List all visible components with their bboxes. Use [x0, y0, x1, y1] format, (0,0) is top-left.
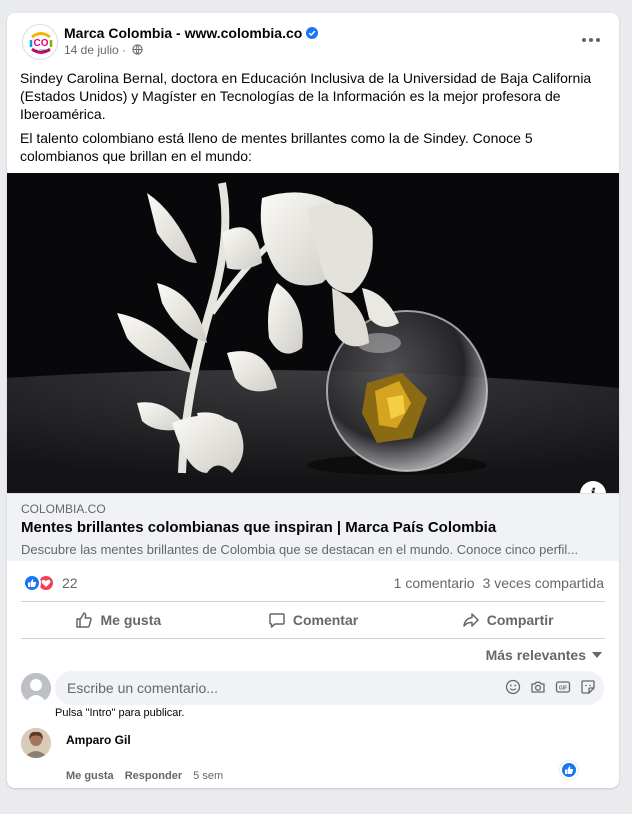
comment-reply-button[interactable]: Responder [125, 770, 182, 782]
post-paragraph: Sindey Carolina Bernal, doctora en Educa… [20, 70, 592, 122]
comment-input-placeholder: Escribe un comentario... [67, 680, 218, 696]
sort-label: Más relevantes [485, 647, 586, 663]
share-label: Compartir [486, 612, 554, 628]
share-arrow-icon [462, 613, 479, 627]
comment-sort-dropdown[interactable]: Más relevantes [486, 647, 602, 663]
meta-separator: · [118, 43, 130, 57]
reactions-icons[interactable] [23, 574, 57, 592]
globe-icon [132, 44, 144, 55]
commenter-avatar[interactable] [21, 728, 51, 758]
post-meta: 14 de julio · [64, 43, 144, 57]
comments-count[interactable]: 1 comentario [394, 575, 475, 591]
shares-count[interactable]: 3 veces compartida [483, 575, 604, 591]
glass-flower-image [7, 173, 619, 493]
link-preview[interactable]: COLOMBIA.CO Mentes brillantes colombiana… [7, 493, 619, 561]
page-name[interactable]: Marca Colombia - www.colombia.co [64, 25, 319, 41]
logo-subtext: COLOMBIA [32, 49, 50, 53]
comment-bubble-icon [269, 613, 285, 628]
stats-right: 1 comentario 3 veces compartida [386, 575, 604, 591]
like-reaction-icon [23, 574, 41, 592]
gif-label: GIF [559, 685, 567, 691]
more-dot-icon [589, 38, 593, 42]
like-button[interactable]: Me gusta [21, 602, 216, 638]
current-user-avatar[interactable] [21, 673, 51, 703]
link-title[interactable]: Mentes brillantes colombianas que inspir… [21, 519, 496, 536]
comment-like-button[interactable]: Me gusta [66, 770, 114, 782]
post-hint: Pulsa "Intro" para publicar. [55, 707, 185, 719]
post-text: Sindey Carolina Bernal, doctora en Educa… [20, 69, 612, 171]
comment-actions: Me gusta Responder 5 sem [66, 770, 223, 782]
gif-icon[interactable]: GIF [555, 679, 571, 695]
info-icon: i [590, 486, 595, 493]
chevron-down-icon [592, 652, 602, 658]
share-button[interactable]: Compartir [410, 602, 605, 638]
link-description: Descubre las mentes brillantes de Colomb… [21, 542, 579, 557]
post-header: CO COLOMBIA Marca Colombia - www.colombi… [7, 13, 619, 71]
comment-button[interactable]: Comentar [216, 602, 411, 638]
like-label: Me gusta [100, 612, 162, 628]
comment-label: Comentar [292, 612, 359, 628]
comment-time[interactable]: 5 sem [193, 770, 223, 782]
post-image[interactable]: i [7, 173, 619, 493]
post-card: CO COLOMBIA Marca Colombia - www.colombi… [7, 13, 619, 788]
verified-badge-icon [306, 27, 319, 39]
page-name-text[interactable]: Marca Colombia - www.colombia.co [64, 25, 302, 41]
post-paragraph: El talento colombiano está lleno de ment… [20, 130, 533, 164]
post-date[interactable]: 14 de julio [64, 43, 119, 57]
page-avatar[interactable]: CO COLOMBIA [22, 24, 58, 60]
more-dot-icon [596, 38, 600, 42]
post-actions: Me gusta Comentar Compartir [21, 601, 605, 639]
link-domain: COLOMBIA.CO [21, 502, 106, 516]
comment-author[interactable]: Amparo Gil [66, 733, 131, 747]
more-dot-icon [582, 38, 586, 42]
sticker-icon[interactable] [580, 679, 596, 695]
more-options-button[interactable] [579, 30, 603, 50]
emoji-icon[interactable] [505, 679, 521, 695]
reactions-count[interactable]: 22 [62, 575, 78, 591]
thumbs-up-icon [76, 612, 93, 628]
comment-input[interactable]: Escribe un comentario... GIF [55, 671, 604, 705]
post-stats: 22 1 comentario 3 veces compartida [7, 563, 619, 603]
logo-text: CO [34, 38, 49, 49]
comment-input-icons: GIF [505, 679, 596, 695]
camera-icon[interactable] [530, 679, 546, 695]
comment-like-reaction-icon[interactable] [560, 761, 578, 779]
